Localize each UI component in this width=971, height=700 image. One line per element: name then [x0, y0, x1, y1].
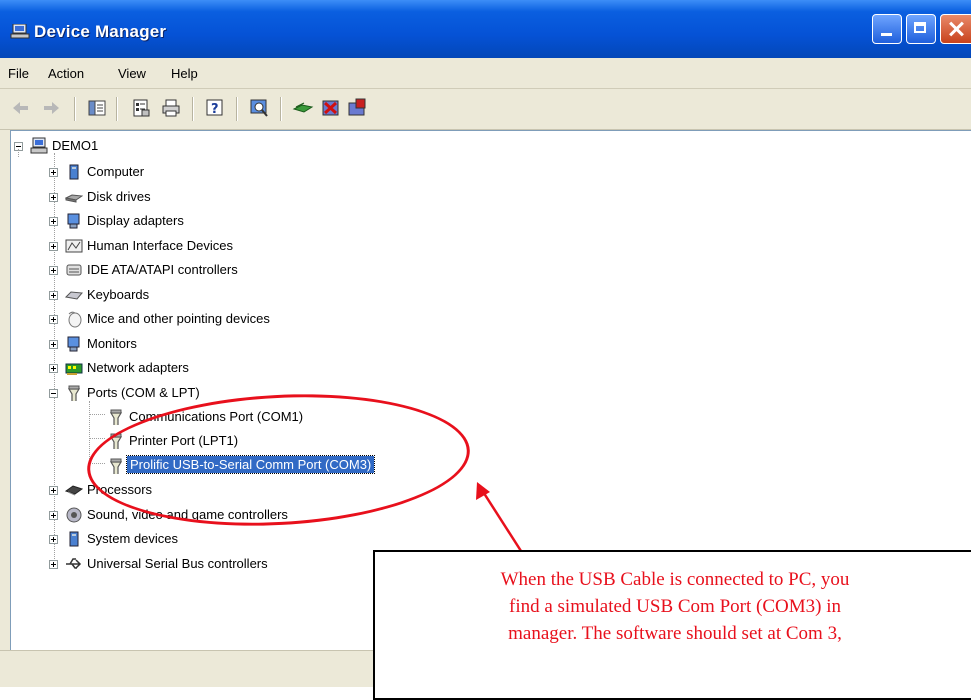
menu-help[interactable]: Help: [171, 66, 198, 81]
expand-expander[interactable]: [49, 242, 58, 251]
tree-item-disk-drives[interactable]: Disk drives: [49, 186, 349, 208]
tree-item-mice[interactable]: Mice and other pointing devices: [49, 308, 389, 330]
callout-line: When the USB Cable is connected to PC, y…: [500, 569, 850, 590]
ide-controller-icon: [65, 261, 83, 279]
expand-expander[interactable]: [49, 315, 58, 324]
print-icon[interactable]: [160, 97, 182, 119]
expand-expander[interactable]: [49, 364, 58, 373]
monitor-icon: [65, 335, 83, 353]
keyboard-icon: [64, 286, 83, 304]
tree-item-label: Keyboards: [87, 287, 150, 302]
tree-item-label: Mice and other pointing devices: [87, 311, 270, 326]
maximize-button[interactable]: [906, 14, 936, 44]
expand-expander[interactable]: [49, 535, 58, 544]
expand-expander[interactable]: [49, 168, 58, 177]
callout-box: When the USB Cable is connected to PC, y…: [373, 550, 971, 700]
tree-item-label: Computer: [87, 164, 145, 179]
toolbar-separator: [236, 97, 238, 121]
expand-expander[interactable]: [49, 193, 58, 202]
port-icon: [65, 384, 83, 402]
computer-icon: [65, 163, 83, 181]
tree-item-label: Network adapters: [87, 360, 189, 375]
minimize-button[interactable]: [872, 14, 902, 44]
display-adapter-icon: [65, 212, 83, 230]
callout-line: find a simulated USB Com Port (COM3) in: [509, 596, 841, 617]
processor-icon: [64, 481, 84, 499]
tree-root-label: DEMO1: [52, 138, 99, 153]
uninstall-icon[interactable]: [320, 97, 342, 119]
properties-icon[interactable]: [130, 97, 152, 119]
forward-arrow-icon[interactable]: [40, 97, 62, 119]
tree-guide-line: [18, 149, 19, 157]
title-bar[interactable]: Device Manager: [0, 0, 971, 58]
tree-item-label: Disk drives: [87, 189, 151, 204]
system-device-icon: [65, 530, 83, 548]
tree-guide-line: [89, 438, 105, 439]
hid-icon: [65, 237, 83, 255]
menu-view[interactable]: View: [118, 66, 146, 81]
callout-text: When the USB Cable is connected to PC, y…: [375, 566, 971, 647]
usb-icon: [65, 555, 83, 573]
tree-item-label: IDE ATA/ATAPI controllers: [87, 262, 238, 277]
tree-item-monitors[interactable]: Monitors: [49, 333, 349, 355]
help-icon[interactable]: ?: [204, 97, 226, 119]
svg-text:?: ?: [211, 102, 219, 117]
tree-item-label: Human Interface Devices: [87, 238, 233, 253]
tree-item-human-interface-devices[interactable]: Human Interface Devices: [49, 235, 349, 257]
tree-item-label: Monitors: [87, 336, 137, 351]
tree-item-label: Ports (COM & LPT): [87, 385, 200, 400]
toolbar-separator: [116, 97, 118, 121]
device-manager-icon: [10, 23, 30, 39]
scan-hardware-icon[interactable]: [248, 97, 270, 119]
close-button[interactable]: [940, 14, 971, 44]
tree-root-row[interactable]: DEMO1: [14, 135, 214, 157]
toolbar-separator: [280, 97, 282, 121]
tree-item-label: Universal Serial Bus controllers: [87, 556, 268, 571]
window-title: Device Manager: [34, 22, 167, 41]
expand-expander[interactable]: [49, 511, 58, 520]
disk-drive-icon: [64, 188, 84, 206]
expand-expander[interactable]: [49, 266, 58, 275]
mouse-icon: [65, 310, 83, 328]
expand-expander[interactable]: [49, 486, 58, 495]
tree-item-computer[interactable]: Computer: [49, 161, 349, 183]
expand-expander[interactable]: [49, 217, 58, 226]
toolbar-separator: [192, 97, 194, 121]
tree-item-label: System devices: [87, 531, 179, 546]
back-arrow-icon[interactable]: [10, 97, 32, 119]
tree-item-system-devices[interactable]: System devices: [49, 528, 349, 550]
network-adapter-icon: [65, 359, 83, 377]
tree-item-usb-controllers[interactable]: Universal Serial Bus controllers: [49, 553, 389, 575]
tree-item-keyboards[interactable]: Keyboards: [49, 284, 349, 306]
tree-item-display-adapters[interactable]: Display adapters: [49, 210, 349, 232]
menu-bar: File Action View Help: [0, 58, 971, 89]
toolbar: ?: [0, 89, 971, 130]
expand-expander[interactable]: [49, 340, 58, 349]
tree-guide-line: [89, 414, 105, 415]
console-tree-icon[interactable]: [86, 97, 108, 119]
computer-root-icon: [30, 137, 48, 155]
expand-expander[interactable]: [49, 291, 58, 300]
menu-action[interactable]: Action: [48, 66, 84, 81]
disable-icon[interactable]: [346, 97, 368, 119]
toolbar-separator: [74, 97, 76, 121]
sound-icon: [65, 506, 83, 524]
menu-file[interactable]: File: [8, 66, 29, 81]
expand-expander[interactable]: [49, 560, 58, 569]
update-driver-icon[interactable]: [292, 97, 314, 119]
tree-item-network-adapters[interactable]: Network adapters: [49, 357, 349, 379]
tree-item-label: Display adapters: [87, 213, 184, 228]
tree-item-ide-controllers[interactable]: IDE ATA/ATAPI controllers: [49, 259, 349, 281]
callout-line: manager. The software should set at Com …: [508, 623, 842, 644]
collapse-expander[interactable]: [49, 389, 58, 398]
port-icon: [107, 408, 125, 426]
